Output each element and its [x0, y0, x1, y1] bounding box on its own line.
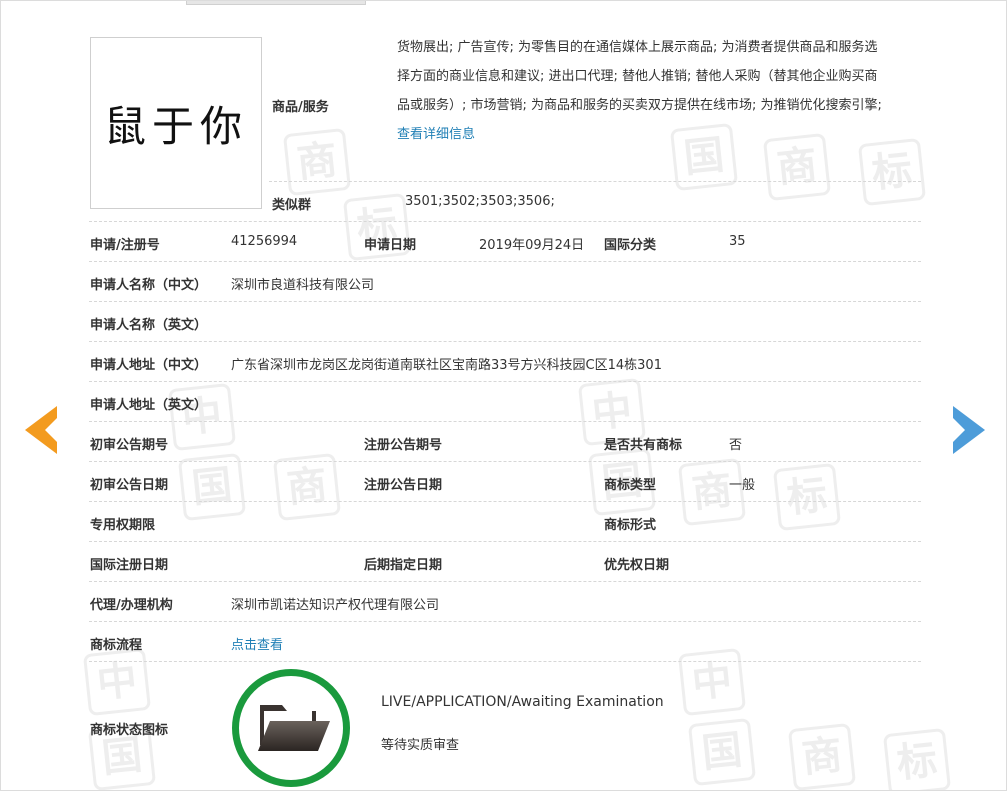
reg-pub-no-label: 注册公告期号 — [364, 438, 443, 453]
trademark-image-text: 鼠于你 — [103, 101, 248, 151]
watermark-char: 商 — [272, 452, 342, 522]
divider — [269, 181, 921, 182]
divider — [89, 301, 921, 302]
arrow-right-notch — [953, 418, 965, 442]
prelim-no-label: 初审公告期号 — [90, 438, 169, 453]
divider — [89, 261, 921, 262]
applicant-cn-value: 深圳市良道科技有限公司 — [231, 278, 375, 293]
intl-class-label: 国际分类 — [604, 238, 657, 253]
apply-date-value: 2019年09月24日 — [479, 238, 585, 253]
divider — [89, 581, 921, 582]
watermark-char: 商 — [282, 127, 352, 197]
goods-line: 货物展出; 广告宣传; 为零售目的在通信媒体上展示商品; 为消费者提供商品和服务… — [397, 40, 878, 55]
agent-label: 代理/办理机构 — [90, 598, 173, 613]
divider — [89, 501, 921, 502]
intl-reg-date-label: 国际注册日期 — [90, 558, 169, 573]
watermark-char: 标 — [772, 462, 842, 532]
intl-class-value: 35 — [729, 234, 746, 249]
exclusive-label: 专用权期限 — [90, 518, 156, 533]
tm-form-label: 商标形式 — [604, 518, 657, 533]
applicant-cn-label: 申请人名称（中文） — [90, 278, 208, 293]
goods-line: 品或服务）; 市场营销; 为商品和服务的买卖双方提供在线市场; 为推销优化搜索引… — [397, 98, 882, 113]
divider — [89, 621, 921, 622]
prelim-date-label: 初审公告日期 — [90, 478, 169, 493]
reg-pub-date-label: 注册公告日期 — [364, 478, 443, 493]
trademark-detail-panel: 商 标 国 商 标 中 国 商 中 国 商 标 中 国 中 国 商 标 鼠于你 … — [0, 0, 1007, 791]
divider — [89, 661, 921, 662]
goods-line: 择方面的商业信息和建议; 进出口代理; 替他人推销; 替他人采购（替其他企业购买… — [397, 69, 878, 84]
divider — [89, 541, 921, 542]
reg-no-label: 申请/注册号 — [90, 238, 160, 253]
folder-icon — [258, 705, 330, 751]
trademark-image: 鼠于你 — [90, 37, 262, 209]
watermark-char: 国 — [687, 717, 757, 787]
shared-value: 否 — [729, 438, 743, 453]
watermark-char: 中 — [82, 647, 152, 717]
goods-list: 货物展出; 广告宣传; 为零售目的在通信媒体上展示商品; 为消费者提供商品和服务… — [397, 33, 917, 149]
similar-group-value: 3501;3502;3503;3506; — [405, 194, 555, 209]
divider — [89, 221, 921, 222]
details-link[interactable]: 查看详细信息 — [397, 120, 917, 149]
divider — [89, 461, 921, 462]
address-en-label: 申请人地址（英文） — [90, 398, 208, 413]
divider — [89, 421, 921, 422]
apply-date-label: 申请日期 — [364, 238, 417, 253]
shared-label: 是否共有商标 — [604, 438, 683, 453]
reg-no-value: 41256994 — [231, 234, 298, 249]
arrow-left-notch — [45, 418, 57, 442]
watermark-char: 标 — [882, 727, 952, 790]
status-cn: 等待实质审查 — [381, 738, 460, 753]
status-label: 商标状态图标 — [90, 723, 169, 738]
similar-group-label: 类似群 — [272, 198, 312, 213]
divider — [89, 341, 921, 342]
agent-value: 深圳市凯诺达知识产权代理有限公司 — [231, 598, 440, 613]
flow-label: 商标流程 — [90, 638, 143, 653]
applicant-en-label: 申请人名称（英文） — [90, 318, 208, 333]
tm-type-value: 一般 — [729, 478, 756, 493]
watermark-char: 国 — [177, 452, 247, 522]
priority-label: 优先权日期 — [604, 558, 670, 573]
address-cn-value: 广东省深圳市龙岗区龙岗街道南联社区宝南路33号方兴科技园C区14栋301 — [231, 358, 662, 373]
divider — [89, 381, 921, 382]
tm-type-label: 商标类型 — [604, 478, 657, 493]
top-tab-strip — [186, 1, 366, 5]
watermark-char: 中 — [677, 647, 747, 717]
address-cn-label: 申请人地址（中文） — [90, 358, 208, 373]
later-date-label: 后期指定日期 — [364, 558, 443, 573]
watermark-char: 商 — [787, 722, 857, 790]
flow-link[interactable]: 点击查看 — [231, 634, 283, 653]
status-en: LIVE/APPLICATION/Awaiting Examination — [381, 694, 664, 710]
goods-label: 商品/服务 — [272, 100, 329, 115]
